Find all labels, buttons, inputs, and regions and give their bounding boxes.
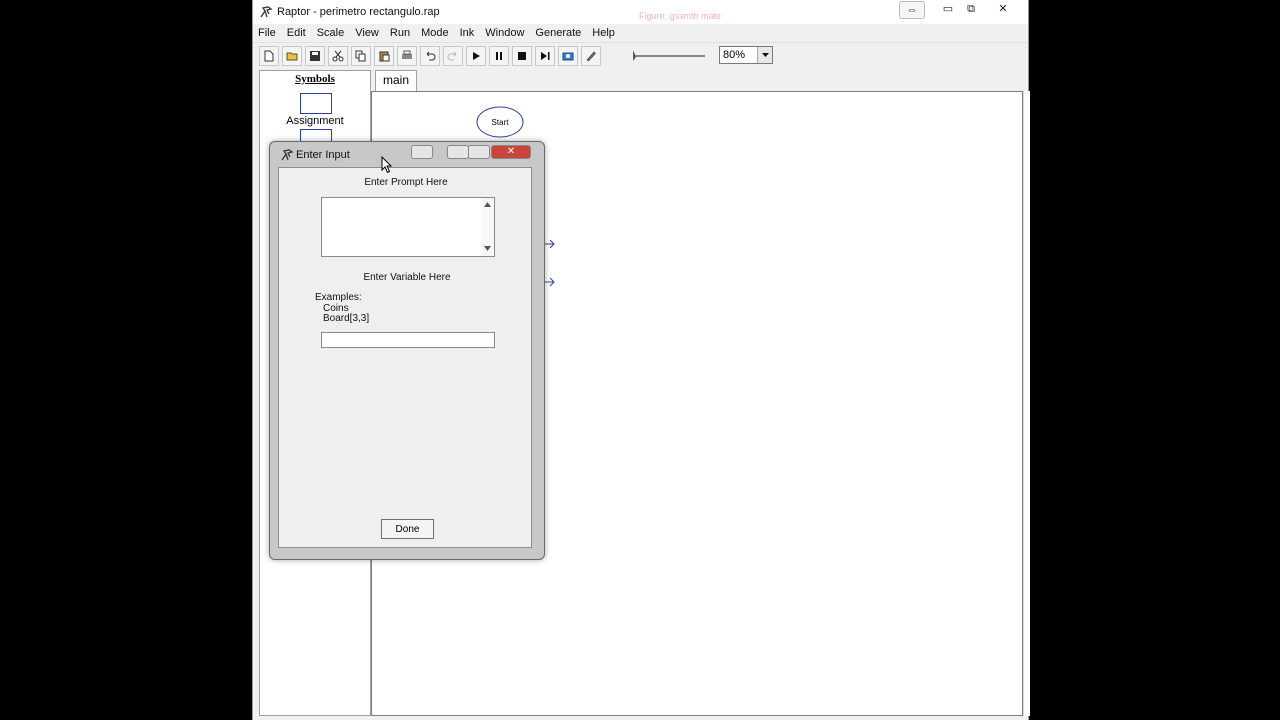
scroll-down-icon[interactable] [484,246,491,251]
minimize-icon: ▭ [942,3,954,15]
pause-button[interactable] [489,46,509,66]
menu-generate[interactable]: Generate [530,25,587,42]
swap-arrows-icon: ⇔ [906,4,918,16]
minimize-button[interactable]: ▭ [939,1,957,17]
new-button[interactable] [259,46,279,66]
dialog-minimize-button[interactable] [447,145,469,159]
dialog-restore-button[interactable] [411,145,433,159]
dialog-title: Enter Input [296,149,350,161]
print-button[interactable] [397,46,417,66]
symbols-heading: Symbols [295,73,335,85]
raptor-app-icon [260,6,273,18]
cut-icon [332,50,344,62]
assignment-label: Assignment [286,115,344,127]
undo-button[interactable] [420,46,440,66]
examples-heading: Examples: [315,292,362,303]
open-folder-icon [286,52,298,61]
paste-icon [379,51,390,62]
zoom-select[interactable]: 80% [719,46,773,64]
menu-view[interactable]: View [350,25,385,42]
new-file-icon [264,50,274,62]
restore-window-button[interactable]: ⇔ [899,1,925,19]
close-icon: ✕ [998,3,1008,15]
raptor-app-icon [281,149,294,161]
zoom-value: 80% [723,49,746,61]
example-board: Board[3,3] [323,313,370,324]
menu-help[interactable]: Help [587,25,621,42]
save-button[interactable] [305,46,325,66]
window-title: Raptor - perimetro rectangulo.rap [277,6,440,18]
print-icon [402,50,412,59]
play-icon [473,52,480,60]
step-icon [541,52,550,60]
scroll-up-icon[interactable] [484,202,491,207]
redo-button[interactable] [443,46,463,66]
paste-button[interactable] [374,46,394,66]
toolbar: 80% [253,43,1028,69]
maximize-button[interactable]: ⧉ [962,1,980,17]
menu-scale[interactable]: Scale [312,25,351,42]
menu-mode[interactable]: Mode [416,25,455,42]
menu-edit[interactable]: Edit [282,25,312,42]
chevron-down-icon[interactable] [757,47,772,63]
test-button[interactable] [558,46,578,66]
variable-label: Enter Variable Here [363,272,451,283]
cut-button[interactable] [328,46,348,66]
copy-button[interactable] [351,46,371,66]
step-button[interactable] [535,46,555,66]
tab-strip: main [371,70,1028,92]
execute-button[interactable] [466,46,486,66]
copy-icon [355,50,366,62]
canvas-scrollbar[interactable] [1023,91,1030,716]
open-button[interactable] [282,46,302,66]
menu-window[interactable]: Window [480,25,530,42]
close-icon: ✕ [506,146,516,157]
undo-icon [426,51,436,61]
ink-pen-button[interactable] [581,46,601,66]
title-bar: Raptor - perimetro rectangulo.rap Figure… [253,0,1028,24]
test-icon [562,52,574,61]
mouse-cursor-icon [381,156,393,174]
menu-ink[interactable]: Ink [455,25,481,42]
tab-main[interactable]: main [375,70,417,92]
start-label: Start [491,118,509,127]
faint-background-text: Figure: gssmth mate [639,11,722,21]
enter-input-dialog: Enter Input ✕ Enter Prompt Here Enter Va… [269,141,545,560]
maximize-icon: ⧉ [967,3,975,15]
redo-icon [447,51,457,61]
dialog-close-button[interactable]: ✕ [491,145,531,159]
dialog-body: Enter Prompt Here Enter Variable Here Ex… [278,167,532,548]
prompt-label: Enter Prompt Here [364,177,448,188]
menu-bar: File Edit Scale View Run Mode Ink Window Generat… [253,25,1028,43]
stop-icon [518,52,526,60]
menu-run[interactable]: Run [385,25,416,42]
done-button[interactable]: Done [381,519,434,539]
pen-icon [586,51,596,62]
variable-input[interactable] [321,332,495,348]
menu-file[interactable]: File [253,25,282,42]
close-button[interactable]: ✕ [993,1,1013,17]
assignment-symbol[interactable] [300,93,332,114]
pause-icon [496,52,502,60]
save-icon [310,51,320,61]
dialog-maximize-button[interactable] [468,145,490,159]
prompt-scrollbar[interactable] [482,198,494,256]
stop-button[interactable] [512,46,532,66]
prompt-textarea[interactable] [321,197,495,257]
zoom-slider[interactable] [631,49,707,63]
